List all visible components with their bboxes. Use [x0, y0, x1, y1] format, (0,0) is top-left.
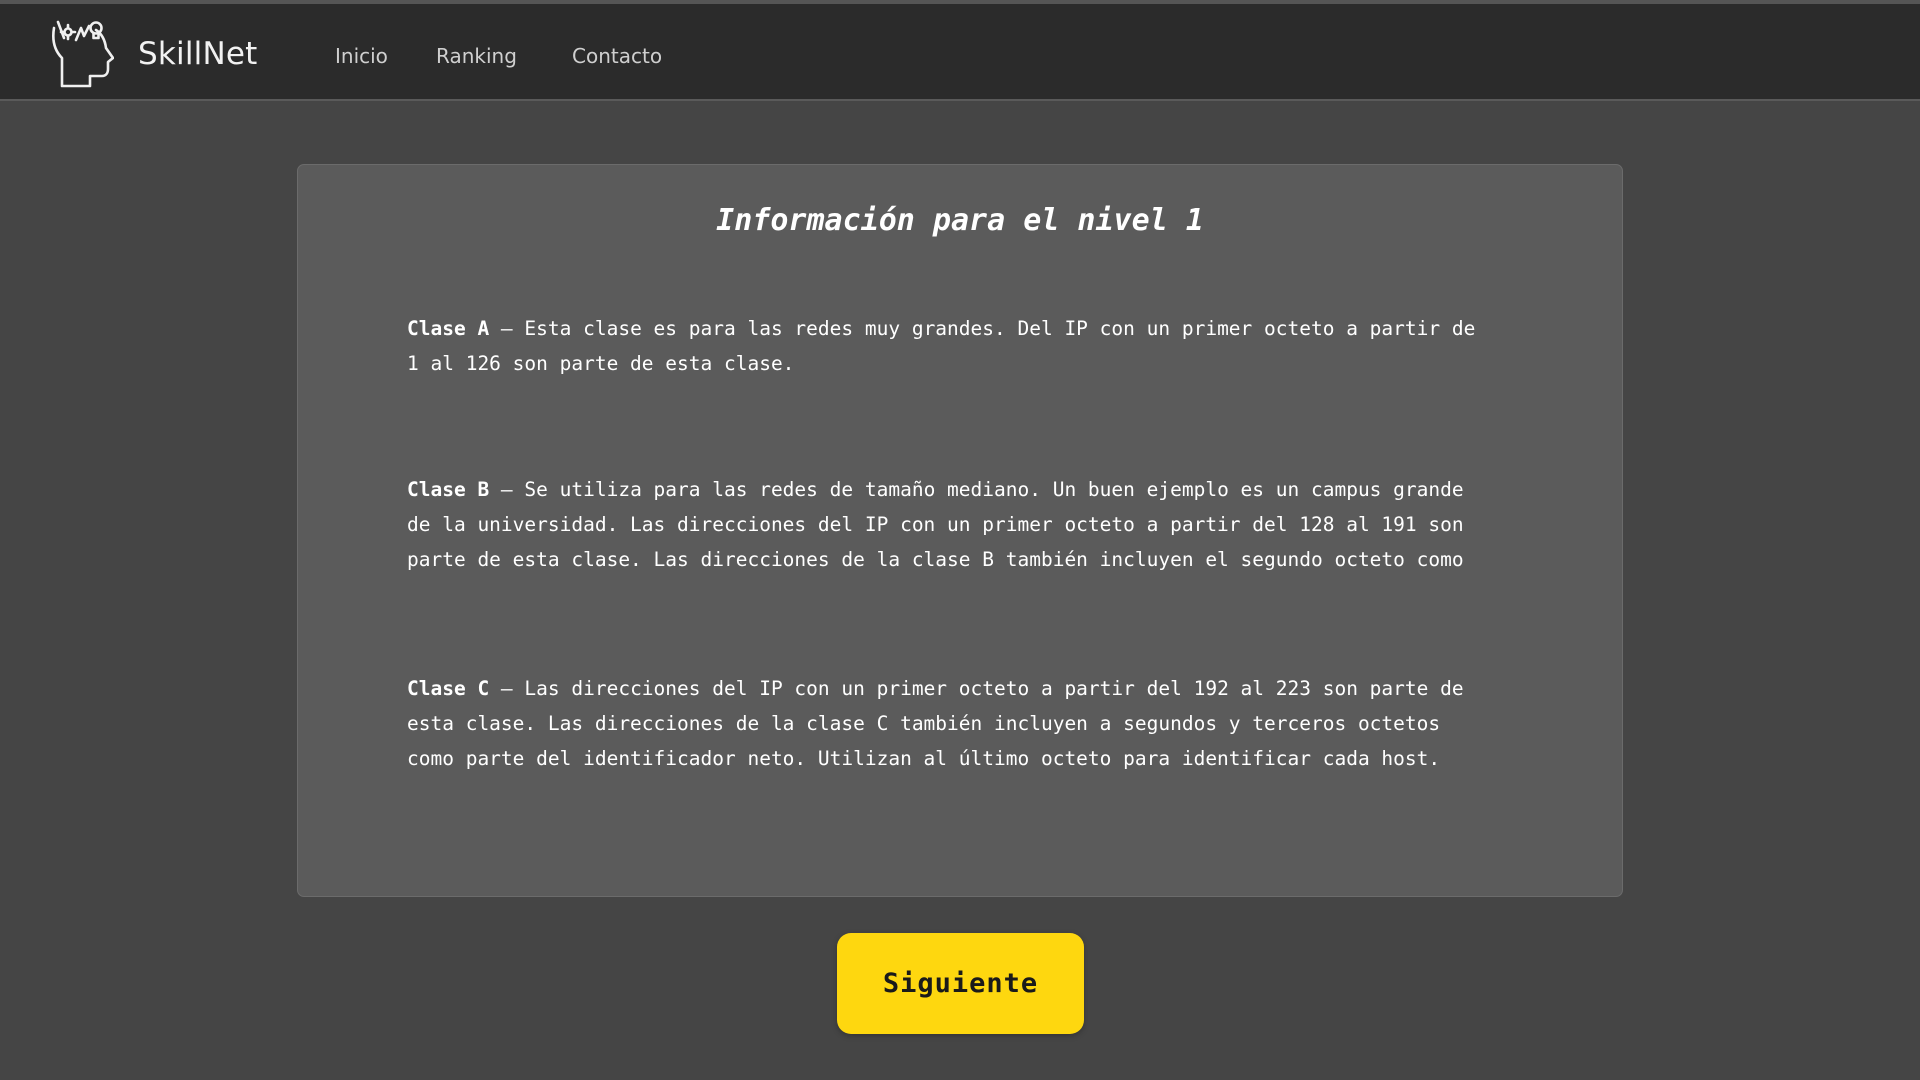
page-title: Información para el nivel 1 [716, 203, 1204, 238]
term-clase-b: Clase B [407, 478, 490, 501]
brand-name: SkillNet [138, 36, 258, 72]
text-clase-b: – Se utiliza para las redes de tamaño me… [407, 478, 1464, 571]
term-clase-a: Clase A [407, 317, 490, 340]
info-paragraph-clase-a: Clase A – Esta clase es para las redes m… [407, 311, 1487, 381]
info-paragraph-clase-c: Clase C – Las direcciones del IP con un … [407, 671, 1487, 776]
nav-link-inicio[interactable]: Inicio [335, 44, 388, 68]
nav-link-contacto[interactable]: Contacto [572, 44, 662, 68]
top-navbar: SkillNet Inicio Ranking Contacto [0, 0, 1920, 101]
info-paragraph-clase-b: Clase B – Se utiliza para las redes de t… [407, 472, 1487, 577]
head-with-ideas-icon [51, 20, 114, 88]
info-card: Información para el nivel 1 Clase A – Es… [297, 164, 1623, 897]
text-clase-c: – Las direcciones del IP con un primer o… [407, 677, 1464, 770]
text-clase-a: – Esta clase es para las redes muy grand… [407, 317, 1476, 375]
next-button[interactable]: Siguiente [837, 933, 1084, 1034]
nav-link-ranking[interactable]: Ranking [436, 44, 517, 68]
brand[interactable]: SkillNet [48, 18, 258, 90]
term-clase-c: Clase C [407, 677, 490, 700]
